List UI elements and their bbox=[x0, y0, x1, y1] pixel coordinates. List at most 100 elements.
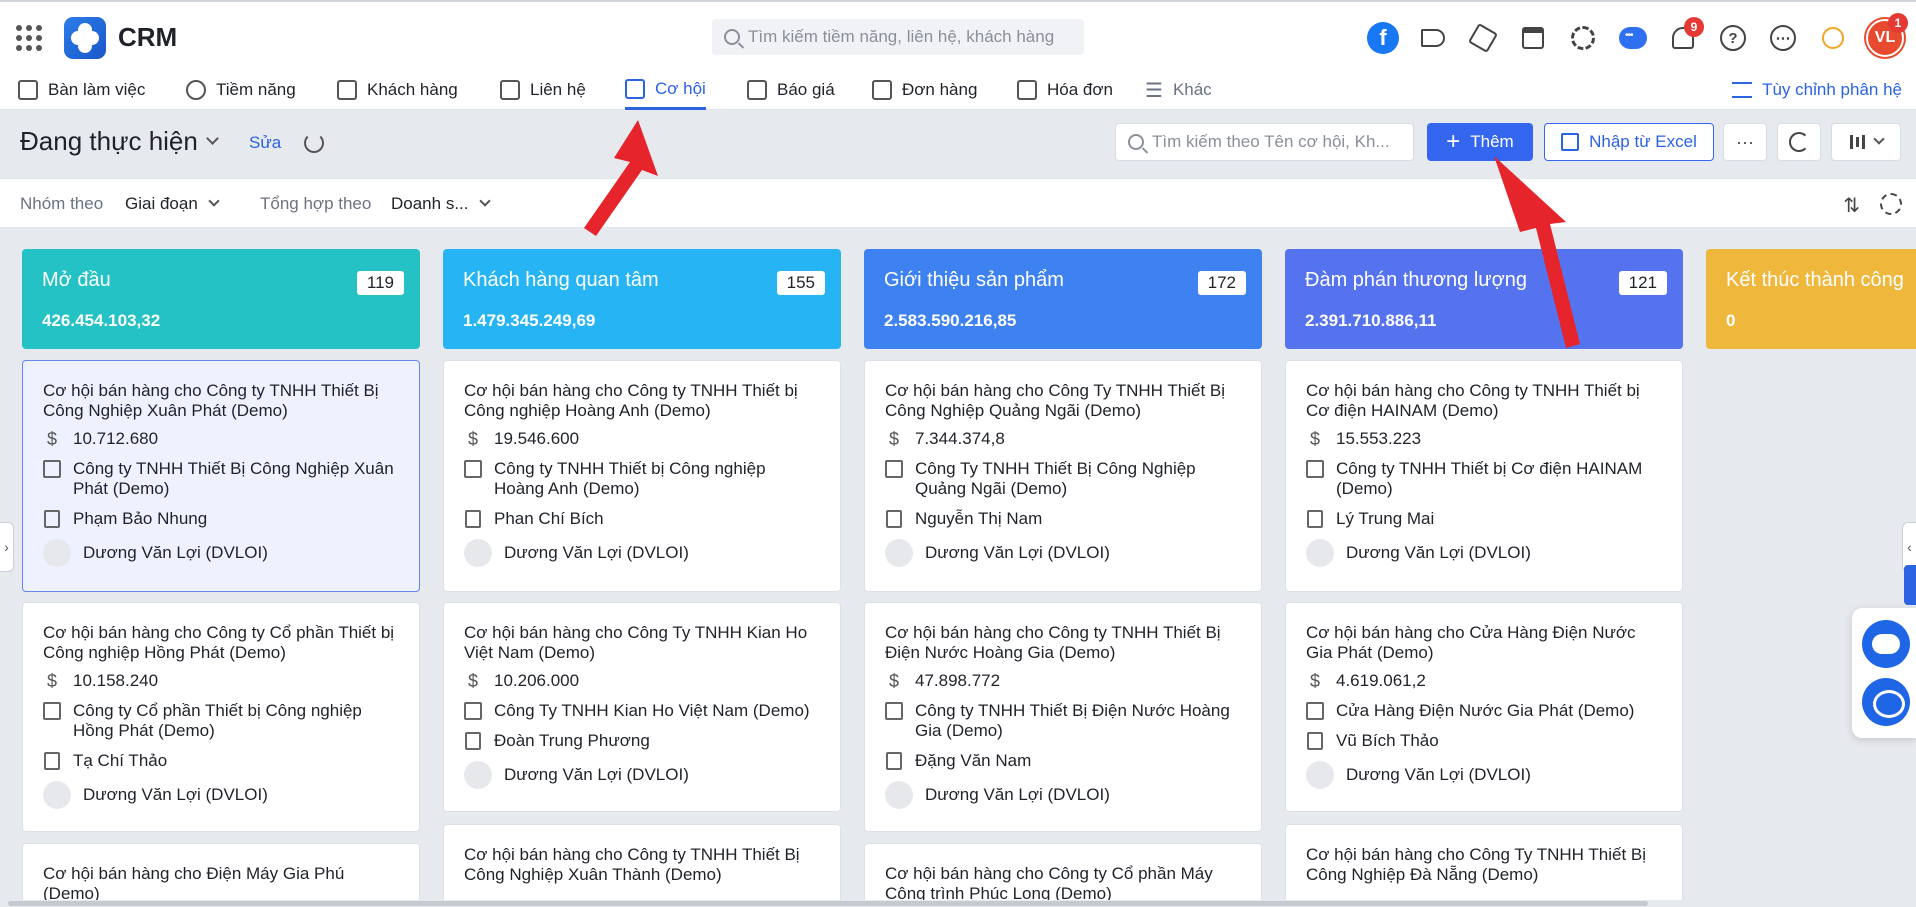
more-icon: ··· bbox=[1736, 131, 1754, 152]
sort-icon[interactable]: ⇅ bbox=[1843, 193, 1860, 218]
stage-header[interactable]: Giới thiệu sản phẩm 2.583.590.216,85 172 bbox=[864, 249, 1262, 349]
opportunity-card[interactable]: Cơ hội bán hàng cho Điện Máy Gia Phú (De… bbox=[22, 843, 420, 907]
building-icon bbox=[1306, 460, 1324, 478]
notification-badge: 9 bbox=[1684, 17, 1704, 37]
customize-module-link[interactable]: Tùy chỉnh phân hệ bbox=[1732, 70, 1902, 110]
nav-label: Hóa đơn bbox=[1047, 80, 1113, 99]
opportunity-card[interactable]: Cơ hội bán hàng cho Công Ty TNHH Thiết B… bbox=[1285, 824, 1683, 904]
opportunity-card[interactable]: Cơ hội bán hàng cho Công ty TNHH Thiết b… bbox=[443, 360, 841, 592]
chat-icon[interactable] bbox=[1616, 21, 1650, 55]
nav-item-quotes[interactable]: Báo giá bbox=[747, 70, 835, 110]
card-company: Cửa Hàng Điện Nước Gia Phát (Demo) bbox=[1336, 701, 1635, 720]
package-icon[interactable] bbox=[1466, 21, 1500, 55]
add-button[interactable]: + Thêm bbox=[1427, 123, 1533, 161]
nav-item-customers[interactable]: Khách hàng bbox=[337, 70, 458, 110]
stage-header[interactable]: Mở đầu 426.454.103,32 119 bbox=[22, 249, 420, 349]
nav-label: Khách hàng bbox=[367, 80, 458, 99]
global-search[interactable] bbox=[712, 19, 1084, 55]
chevron-down-icon bbox=[205, 132, 219, 145]
card-owner: Dương Văn Lợi (DVLOI) bbox=[504, 543, 689, 562]
opportunity-card[interactable]: Cơ hội bán hàng cho Công ty TNHH Thiết b… bbox=[1285, 360, 1683, 592]
support-chat-icon[interactable] bbox=[1862, 678, 1910, 726]
opportunity-card[interactable]: Cơ hội bán hàng cho Cửa Hàng Điện Nước G… bbox=[1285, 602, 1683, 812]
opportunity-card[interactable]: Cơ hội bán hàng cho Công ty TNHH Thiết B… bbox=[864, 602, 1262, 832]
lightbulb-icon[interactable] bbox=[1816, 21, 1850, 55]
card-company: Công Ty TNHH Kian Ho Việt Nam (Demo) bbox=[494, 701, 810, 720]
stage-count: 155 bbox=[776, 271, 825, 295]
building-icon bbox=[43, 460, 61, 478]
refresh-icon[interactable] bbox=[304, 133, 324, 153]
contact-icon bbox=[1307, 732, 1323, 750]
stage-title: Mở đầu bbox=[42, 269, 111, 291]
opportunity-card[interactable]: Cơ hội bán hàng cho Công Ty TNHH Thiết B… bbox=[864, 360, 1262, 592]
nav-item-contacts[interactable]: Liên hệ bbox=[500, 70, 586, 110]
add-label: Thêm bbox=[1470, 132, 1514, 151]
aggregate-label: Tổng hợp theo bbox=[260, 194, 372, 213]
card-company: Công ty TNHH Thiết Bị Công Nghiệp Xuân P… bbox=[73, 459, 394, 498]
aggregate-select[interactable]: Doanh s... bbox=[391, 194, 491, 214]
horizontal-scrollbar[interactable] bbox=[0, 900, 1916, 907]
view-selector[interactable]: Đang thực hiện bbox=[20, 126, 219, 157]
kanban-icon bbox=[1849, 135, 1865, 149]
briefcase-icon bbox=[625, 78, 645, 99]
bell-icon[interactable]: 9 bbox=[1666, 17, 1704, 55]
edit-view-link[interactable]: Sửa bbox=[249, 133, 281, 153]
opportunity-card[interactable]: Cơ hội bán hàng cho Công ty Cổ phần Thiế… bbox=[22, 602, 420, 832]
nav-item-invoices[interactable]: Hóa đơn bbox=[1017, 70, 1113, 110]
avatar bbox=[464, 761, 492, 789]
opportunity-card[interactable]: Cơ hội bán hàng cho Công ty TNHH Thiết B… bbox=[22, 360, 420, 592]
crm-logo-icon[interactable] bbox=[64, 17, 106, 59]
nav-item-more[interactable]: ☰ Khác bbox=[1145, 70, 1212, 110]
stage-header[interactable]: Đàm phán thương lượng 2.391.710.886,11 1… bbox=[1285, 249, 1683, 349]
nav-label: Đơn hàng bbox=[902, 80, 978, 99]
nav-item-orders[interactable]: Đơn hàng bbox=[872, 70, 977, 110]
card-title: Cơ hội bán hàng cho Công Ty TNHH Thiết B… bbox=[1306, 845, 1646, 884]
side-panel-toggle[interactable] bbox=[1904, 565, 1916, 605]
settings-icon[interactable] bbox=[1880, 193, 1902, 215]
stage-total: 0 bbox=[1726, 311, 1736, 330]
facebook-icon[interactable]: f bbox=[1366, 21, 1400, 55]
card-amount: 15.553.223 bbox=[1336, 429, 1422, 448]
expand-left-tab[interactable]: › bbox=[0, 522, 14, 572]
megaphone-icon[interactable] bbox=[1416, 21, 1450, 55]
stage-header[interactable]: Khách hàng quan tâm 1.479.345.249,69 155 bbox=[443, 249, 841, 349]
avatar bbox=[464, 539, 492, 567]
nav-item-opportunities[interactable]: Cơ hội bbox=[625, 70, 706, 110]
more-circle-icon[interactable]: ⋯ bbox=[1766, 21, 1800, 55]
group-by-value: Giai đoạn bbox=[125, 194, 198, 213]
stage-title: Khách hàng quan tâm bbox=[463, 269, 659, 291]
global-search-input[interactable] bbox=[748, 27, 1078, 47]
import-excel-button[interactable]: Nhập từ Excel bbox=[1544, 123, 1714, 161]
card-owner: Dương Văn Lợi (DVLOI) bbox=[504, 765, 689, 784]
calendar-icon[interactable] bbox=[1516, 21, 1550, 55]
contact-icon bbox=[886, 510, 902, 528]
nav-item-leads[interactable]: Tiềm năng bbox=[186, 70, 296, 110]
opportunity-search-input[interactable] bbox=[1152, 132, 1412, 152]
stage-count: 121 bbox=[1618, 271, 1667, 295]
stage-count: 119 bbox=[356, 271, 404, 295]
dollar-icon: $ bbox=[888, 671, 899, 691]
opportunity-card[interactable]: Cơ hội bán hàng cho Công ty TNHH Thiết B… bbox=[443, 824, 841, 904]
contact-icon bbox=[44, 510, 60, 528]
home-icon bbox=[18, 80, 38, 100]
opportunity-search[interactable] bbox=[1115, 123, 1414, 161]
chart-view-button[interactable] bbox=[1777, 123, 1821, 161]
view-mode-button[interactable] bbox=[1831, 123, 1901, 161]
nav-label: Cơ hội bbox=[655, 78, 706, 98]
app-launcher-icon[interactable] bbox=[16, 25, 42, 51]
card-amount: 19.546.600 bbox=[494, 429, 580, 448]
user-avatar[interactable]: VL 1 bbox=[1866, 13, 1908, 57]
more-button[interactable]: ··· bbox=[1723, 123, 1767, 161]
opportunity-card[interactable]: Cơ hội bán hàng cho Công ty Cổ phần Máy … bbox=[864, 843, 1262, 907]
nav-item-dashboard[interactable]: Bàn làm việc bbox=[18, 70, 145, 110]
nav-label: Báo giá bbox=[777, 80, 835, 99]
help-icon[interactable]: ? bbox=[1716, 21, 1750, 55]
group-by-select[interactable]: Giai đoạn bbox=[125, 194, 220, 214]
card-title: Cơ hội bán hàng cho Công ty TNHH Thiết b… bbox=[464, 381, 798, 420]
card-owner: Dương Văn Lợi (DVLOI) bbox=[83, 785, 268, 804]
chatbot-icon[interactable] bbox=[1862, 620, 1910, 668]
stage-header[interactable]: Kết thúc thành công 0 bbox=[1706, 249, 1916, 349]
opportunity-card[interactable]: Cơ hội bán hàng cho Công Ty TNHH Kian Ho… bbox=[443, 602, 841, 812]
stage-total: 426.454.103,32 bbox=[42, 311, 161, 330]
gear-icon[interactable] bbox=[1566, 21, 1600, 55]
